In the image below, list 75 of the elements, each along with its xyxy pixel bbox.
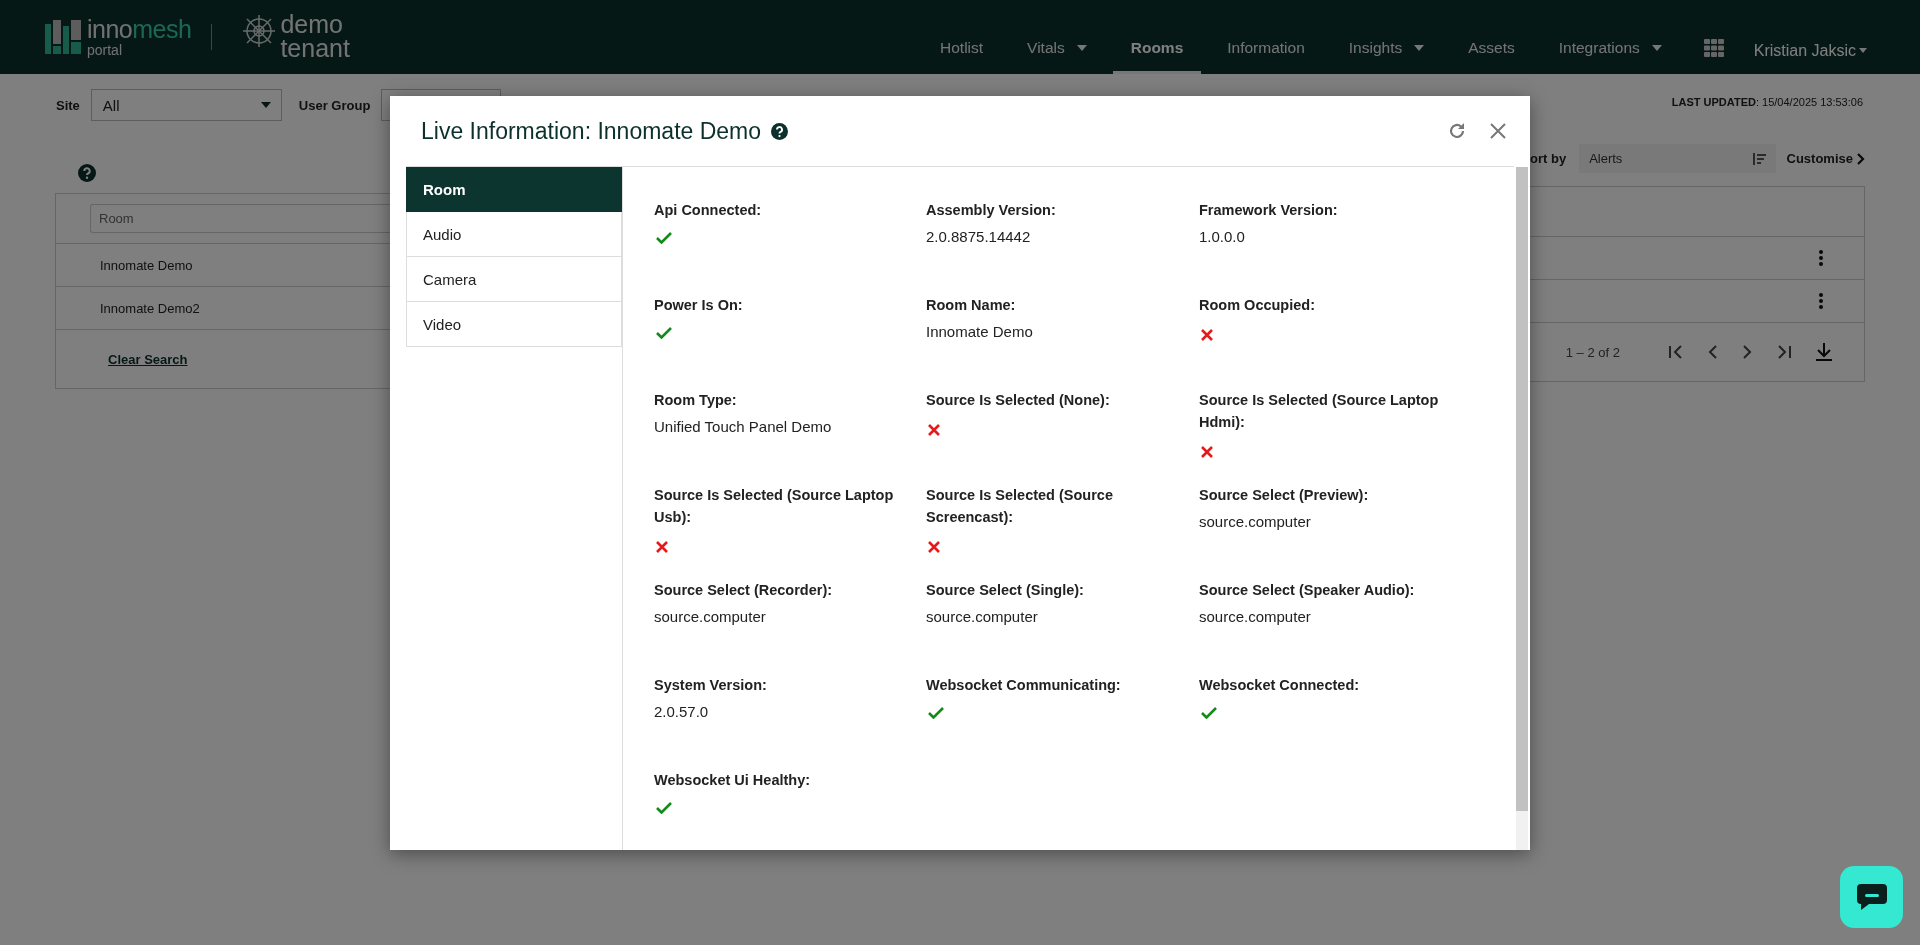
property-value: Innomate Demo — [926, 323, 1033, 340]
chat-icon — [1856, 884, 1887, 910]
property-label: Framework Version: — [1199, 201, 1338, 220]
property-label: Api Connected: — [654, 201, 762, 220]
dialog-title: Live Information: Innomate Demo — [421, 117, 762, 145]
property-label: Websocket Ui Healthy: — [654, 771, 811, 790]
refresh-icon[interactable] — [1448, 122, 1466, 140]
property-label: System Version: — [654, 676, 767, 695]
logo-icon — [45, 20, 81, 54]
room-name-cell: Innomate Demo — [100, 257, 193, 273]
site-label: Site — [56, 97, 80, 113]
property-value: source.computer — [926, 608, 1038, 625]
download-icon[interactable] — [1816, 343, 1832, 361]
nav-tab[interactable]: Integrations — [1540, 0, 1680, 74]
site-dropdown[interactable]: All — [90, 89, 282, 121]
nav-tab[interactable]: Insights — [1330, 0, 1443, 74]
clear-search-link[interactable]: Clear Search — [108, 351, 188, 367]
property-label: Room Occupied: — [1199, 296, 1315, 315]
property-label: Source Is Selected (Source Screencast): — [926, 486, 1114, 527]
property-label: Power Is On: — [654, 296, 743, 315]
more-options-icon[interactable] — [1819, 293, 1823, 309]
previous-page-icon[interactable] — [1708, 344, 1718, 360]
property-label: Source Select (Preview): — [1199, 486, 1369, 505]
property-value: source.computer — [1199, 513, 1311, 530]
property-value: source.computer — [654, 608, 766, 625]
property-label: Source Is Selected (Source Laptop Hdmi): — [1199, 391, 1440, 432]
category-tab[interactable]: Camera — [406, 257, 622, 302]
snowflake-icon — [242, 14, 277, 48]
room-name-cell: Innomate Demo2 — [100, 300, 200, 316]
nav-tab[interactable]: Information — [1209, 0, 1323, 74]
property-label: Room Type: — [654, 391, 737, 410]
sort-order-icon[interactable] — [1751, 152, 1766, 165]
property-label: Source Is Selected (None): — [926, 391, 1110, 410]
last-page-icon[interactable] — [1776, 344, 1792, 360]
scrollbar-thumb[interactable] — [1516, 167, 1528, 811]
last-updated-text: LAST UPDATED: 15/04/2025 13:53:06 — [1671, 96, 1864, 108]
property-label: Source Select (Single): — [926, 581, 1084, 600]
property-label: Room Name: — [926, 296, 1016, 315]
brand-name: innomesh — [87, 17, 192, 42]
chat-button[interactable] — [1840, 866, 1903, 928]
brand-subtitle: portal — [87, 43, 124, 57]
category-tab[interactable]: Room — [406, 167, 622, 212]
apps-grid-icon[interactable] — [1703, 39, 1724, 57]
nav-tab[interactable]: Rooms — [1112, 0, 1202, 74]
next-page-icon[interactable] — [1742, 344, 1752, 360]
help-icon[interactable] — [771, 122, 789, 140]
property-value: source.computer — [1199, 608, 1311, 625]
nav-tab[interactable]: Hotlist — [922, 0, 1002, 74]
category-tab[interactable]: Video — [406, 302, 622, 347]
page-range-text: 1 – 2 of 2 — [1565, 344, 1620, 360]
property-value: Unified Touch Panel Demo — [654, 418, 832, 435]
nav-tab[interactable]: Assets — [1450, 0, 1533, 74]
property-label: Assembly Version: — [926, 201, 1056, 220]
property-label: Websocket Connected: — [1199, 676, 1360, 695]
chevron-right-icon — [1857, 152, 1865, 165]
property-value: 2.0.57.0 — [654, 703, 709, 720]
property-label: Websocket Communicating: — [926, 676, 1121, 695]
user-group-label: User Group — [298, 97, 371, 113]
close-icon[interactable] — [1490, 123, 1506, 139]
property-label: Source Select (Speaker Audio): — [1199, 581, 1415, 600]
sort-label: ort by — [1530, 151, 1567, 166]
more-options-icon[interactable] — [1819, 250, 1823, 266]
user-menu[interactable]: Kristian Jaksic — [1753, 14, 1867, 60]
property-label: Source Select (Recorder): — [654, 581, 833, 600]
customise-button[interactable]: Customise — [1786, 151, 1865, 166]
nav-tab[interactable]: Vitals — [1009, 0, 1105, 74]
sort-dropdown[interactable]: Alerts — [1579, 144, 1776, 173]
caret-icon — [1859, 48, 1867, 53]
first-page-icon[interactable] — [1668, 344, 1684, 360]
category-tab[interactable]: Audio — [406, 212, 622, 257]
property-value: 2.0.8875.14442 — [926, 228, 1031, 245]
property-label: Source Is Selected (Source Laptop Usb): — [654, 486, 895, 527]
caret-icon — [260, 102, 271, 108]
tenant-name: demo tenant — [280, 13, 350, 61]
property-value: 1.0.0.0 — [1199, 228, 1245, 245]
